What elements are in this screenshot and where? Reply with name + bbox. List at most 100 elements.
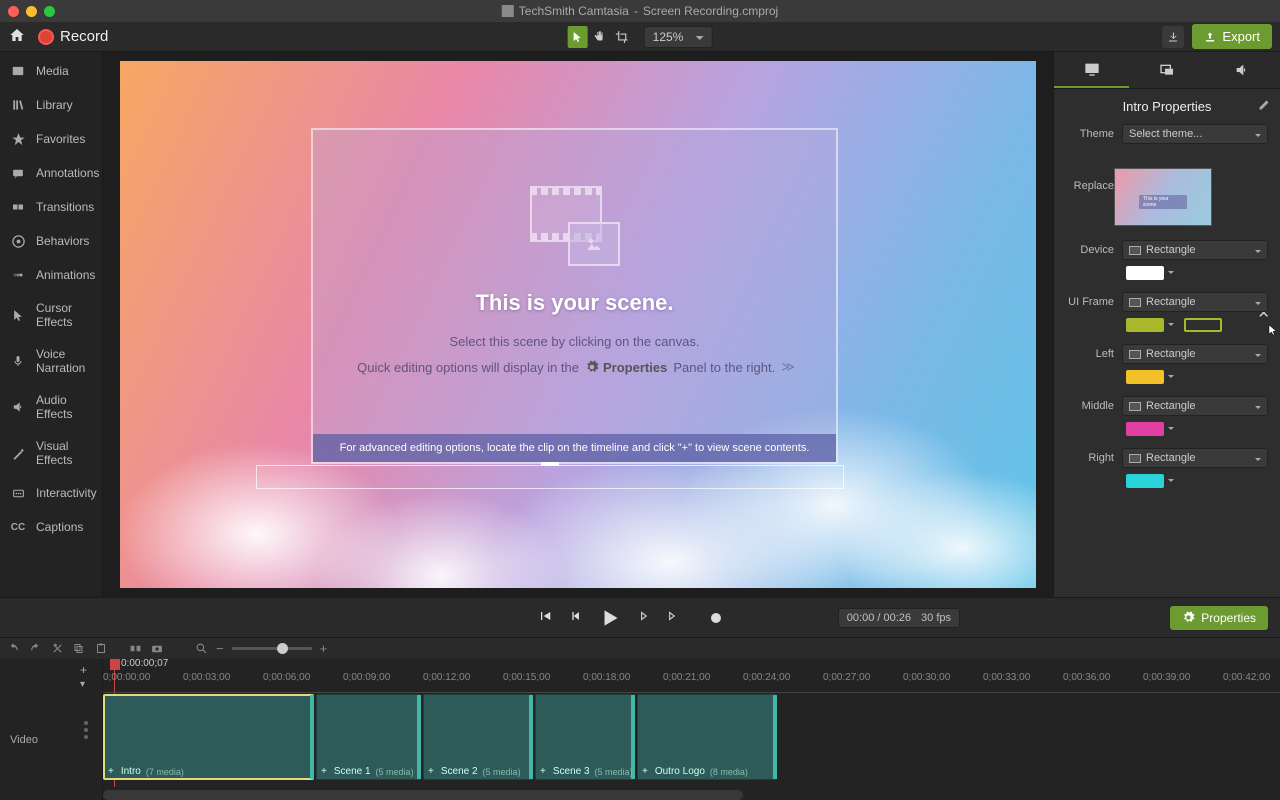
close-window-button[interactable] — [8, 6, 19, 17]
interact-icon — [10, 485, 26, 501]
crop-tool[interactable] — [612, 26, 632, 48]
home-button[interactable] — [8, 27, 26, 46]
snapshot-button[interactable] — [150, 642, 164, 656]
add-track-button[interactable]: + — [80, 663, 87, 677]
sidebar-item-voice-narration[interactable]: Voice Narration — [0, 338, 102, 384]
group-label: UI Frame — [1066, 296, 1114, 308]
track-options-icon[interactable] — [84, 721, 88, 739]
zoom-fit-button[interactable] — [194, 642, 208, 656]
replace-thumbnail[interactable] — [1114, 168, 1212, 226]
download-button[interactable] — [1162, 26, 1184, 48]
shape-select[interactable]: Rectangle — [1122, 344, 1268, 364]
timeline-clip[interactable]: +Scene 2(5 media) — [423, 694, 533, 780]
zoom-select[interactable]: 125% — [644, 26, 713, 48]
canvas-tools: 125% — [568, 26, 713, 48]
ruler-tick: 0;00:21;00 — [663, 672, 710, 683]
minimize-window-button[interactable] — [26, 6, 37, 17]
sidebar-item-label: Voice Narration — [36, 347, 92, 375]
effects-properties-tab[interactable] — [1129, 52, 1204, 88]
ruler-tick: 0;00:15;00 — [503, 672, 550, 683]
edit-properties-icon[interactable] — [1258, 99, 1270, 114]
step-back-button[interactable] — [567, 608, 583, 627]
gear-icon — [1182, 611, 1195, 624]
timeline-clip[interactable]: +Intro(7 media) — [103, 694, 314, 780]
clip-label: +Scene 2(5 media) — [428, 766, 521, 777]
fill-color-chip[interactable] — [1126, 318, 1164, 332]
fill-color-chip[interactable] — [1126, 266, 1164, 280]
record-button[interactable]: Record — [38, 28, 108, 45]
next-clip-button[interactable] — [665, 609, 679, 626]
timeline-zoom-slider[interactable] — [232, 647, 312, 650]
fill-color-chip[interactable] — [1126, 474, 1164, 488]
sidebar-item-animations[interactable]: Animations — [0, 258, 102, 292]
marker-button[interactable] — [711, 613, 721, 623]
timeline-clip[interactable]: +Scene 3(5 media) — [535, 694, 635, 780]
sidebar-item-behaviors[interactable]: Behaviors — [0, 224, 102, 258]
shape-select[interactable]: Rectangle — [1122, 448, 1268, 468]
fill-color-chip[interactable] — [1126, 370, 1164, 384]
timeline-scrollbar[interactable] — [103, 790, 743, 800]
visual-properties-tab[interactable] — [1054, 52, 1129, 88]
export-button[interactable]: Export — [1192, 24, 1272, 49]
clip-edge-handle[interactable] — [773, 695, 777, 779]
clip-edge-handle[interactable] — [417, 695, 421, 779]
cut-button[interactable] — [50, 642, 64, 656]
app-icon — [502, 5, 514, 17]
fill-color-chip[interactable] — [1126, 422, 1164, 436]
timeline-tracks[interactable]: 0:00:00;07 0;00:00;000;00:03;000;00:06;0… — [103, 659, 1280, 800]
scene-frame[interactable]: This is your scene. Select this scene by… — [311, 128, 838, 464]
paste-button[interactable] — [94, 642, 108, 656]
zoom-in-button[interactable]: + — [320, 641, 328, 656]
ruler-tick: 0;00:00;00 — [103, 672, 150, 683]
time-ruler[interactable]: 0;00:00;000;00:03;000;00:06;000;00:09;00… — [103, 669, 1280, 693]
step-forward-button[interactable] — [637, 609, 651, 626]
maximize-window-button[interactable] — [44, 6, 55, 17]
undo-button[interactable] — [6, 642, 20, 656]
playhead-time: 0:00:00;07 — [121, 659, 168, 669]
collapse-tracks-button[interactable]: ▾ — [80, 679, 85, 690]
properties-button[interactable]: Properties — [1170, 606, 1268, 630]
canvas-preview[interactable]: This is your scene. Select this scene by… — [120, 61, 1036, 588]
annotations-icon — [10, 165, 26, 181]
sidebar-item-annotations[interactable]: Annotations — [0, 156, 102, 190]
time-display: 00:00 / 00:26 30 fps — [838, 608, 960, 628]
main-toolbar: Record 125% Export — [0, 22, 1280, 52]
sidebar-item-library[interactable]: Library — [0, 88, 102, 122]
copy-button[interactable] — [72, 642, 86, 656]
shape-select[interactable]: Rectangle — [1122, 292, 1268, 312]
sidebar-item-captions[interactable]: CCCaptions — [0, 510, 102, 544]
outline-color-chip[interactable] — [1184, 318, 1222, 332]
ruler-tick: 0;00:18;00 — [583, 672, 630, 683]
ruler-tick: 0;00:27;00 — [823, 672, 870, 683]
sidebar-item-media[interactable]: Media — [0, 54, 102, 88]
clip-edge-handle[interactable] — [310, 695, 314, 779]
cursor-icon — [10, 307, 26, 323]
tool-sidebar: MediaLibrary Favorites AnnotationsTransiti… — [0, 52, 103, 597]
play-button[interactable] — [597, 605, 623, 631]
group-label: Left — [1066, 348, 1114, 360]
clip-edge-handle[interactable] — [529, 695, 533, 779]
split-button[interactable] — [128, 642, 142, 656]
sidebar-item-label: Favorites — [36, 132, 85, 146]
audio-properties-tab[interactable] — [1205, 52, 1280, 88]
sidebar-item-cursor-effects[interactable]: Cursor Effects — [0, 292, 102, 338]
lower-third-selection[interactable] — [256, 465, 844, 489]
timeline-clip[interactable]: +Outro Logo(8 media) — [637, 694, 777, 780]
theme-select[interactable]: Select theme... — [1122, 124, 1268, 144]
sidebar-item-transitions[interactable]: Transitions — [0, 190, 102, 224]
timeline-clip[interactable]: +Scene 1(5 media) — [316, 694, 421, 780]
sidebar-item-interactivity[interactable]: Interactivity — [0, 476, 102, 510]
zoom-value: 125% — [653, 30, 684, 44]
pan-tool[interactable] — [590, 26, 610, 48]
zoom-out-button[interactable]: − — [216, 641, 224, 656]
sidebar-item-favorites[interactable]: Favorites — [0, 122, 102, 156]
prev-clip-button[interactable] — [537, 608, 553, 627]
redo-button[interactable] — [28, 642, 42, 656]
shape-select[interactable]: Rectangle — [1122, 240, 1268, 260]
record-icon — [38, 29, 54, 45]
sidebar-item-visual-effects[interactable]: Visual Effects — [0, 430, 102, 476]
theme-label: Theme — [1066, 128, 1114, 140]
shape-select[interactable]: Rectangle — [1122, 396, 1268, 416]
select-tool[interactable] — [568, 26, 588, 48]
sidebar-item-audio-effects[interactable]: Audio Effects — [0, 384, 102, 430]
